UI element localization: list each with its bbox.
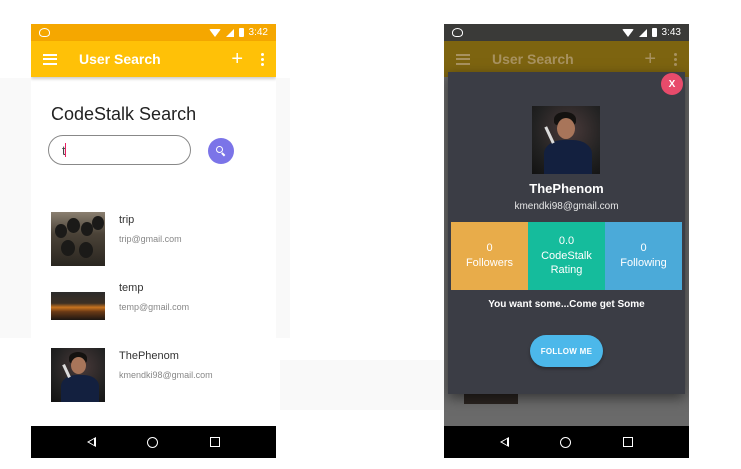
status-bar: 3:42 bbox=[31, 24, 276, 41]
battery-icon bbox=[651, 28, 657, 37]
app-notification-icon bbox=[39, 28, 50, 37]
followers-label: Followers bbox=[465, 257, 514, 269]
plus-icon[interactable]: + bbox=[231, 49, 243, 69]
user-name: temp bbox=[119, 282, 144, 294]
rating-tile: 0.0 CodeStalk Rating bbox=[528, 222, 605, 290]
avatar bbox=[51, 348, 105, 402]
home-icon[interactable] bbox=[560, 436, 572, 448]
phone-user-search: 3:42 User Search + CodeStalk Search t tr… bbox=[31, 24, 276, 458]
status-bar: 3:43 bbox=[444, 24, 689, 41]
user-name: trip bbox=[119, 214, 135, 226]
user-email: temp@gmail.com bbox=[119, 302, 190, 312]
followers-count: 0 bbox=[486, 242, 493, 255]
profile-stats: 0 Followers 0.0 CodeStalk Rating 0 Follo… bbox=[451, 222, 682, 290]
profile-email: kmendki98@gmail.com bbox=[514, 201, 619, 212]
screenshot-canvas: 3:42 User Search + CodeStalk Search t tr… bbox=[0, 0, 741, 469]
navigation-bar bbox=[31, 426, 276, 458]
battery-icon bbox=[238, 28, 244, 37]
followers-tile[interactable]: 0 Followers bbox=[451, 222, 528, 290]
close-button[interactable]: X bbox=[661, 73, 683, 95]
list-item-trip[interactable]: trip trip@gmail.com bbox=[31, 212, 276, 268]
app-notification-icon bbox=[452, 28, 463, 37]
list-item-thephenom[interactable]: ThePhenom kmendki98@gmail.com bbox=[31, 348, 276, 404]
app-bar-title: User Search bbox=[492, 51, 574, 67]
search-button[interactable] bbox=[208, 138, 234, 164]
hamburger-icon[interactable] bbox=[43, 53, 57, 65]
signal-icon bbox=[225, 28, 234, 37]
profile-avatar bbox=[532, 106, 600, 174]
follow-button[interactable]: FOLLOW ME bbox=[530, 335, 603, 367]
overflow-icon[interactable] bbox=[261, 52, 264, 66]
phone-profile-dialog: 3:43 User Search + X ThePhenom kmendki98… bbox=[444, 24, 689, 458]
recents-icon[interactable] bbox=[210, 437, 221, 447]
status-time: 3:43 bbox=[661, 27, 681, 38]
home-icon[interactable] bbox=[147, 436, 159, 448]
following-label: Following bbox=[620, 257, 667, 269]
status-time: 3:42 bbox=[248, 27, 268, 38]
user-name: ThePhenom bbox=[119, 350, 179, 362]
search-input[interactable] bbox=[48, 135, 191, 165]
back-icon[interactable] bbox=[86, 437, 96, 447]
rating-label: CodeStalk Rating bbox=[541, 249, 592, 277]
navigation-bar bbox=[444, 426, 689, 458]
search-heading: CodeStalk Search bbox=[51, 104, 197, 124]
text-cursor bbox=[65, 143, 66, 157]
profile-tagline: You want some...Come get Some bbox=[488, 299, 645, 310]
following-count: 0 bbox=[640, 242, 647, 255]
list-item-temp[interactable]: temp temp@gmail.com bbox=[31, 280, 276, 336]
user-email: kmendki98@gmail.com bbox=[119, 370, 213, 380]
signal-icon bbox=[638, 28, 647, 37]
back-icon[interactable] bbox=[499, 437, 509, 447]
wifi-icon bbox=[621, 28, 634, 37]
profile-name: ThePhenom bbox=[529, 181, 604, 196]
app-bar: User Search + bbox=[31, 41, 276, 77]
wifi-icon bbox=[208, 28, 221, 37]
app-bar-title: User Search bbox=[79, 51, 161, 67]
rating-value: 0.0 bbox=[558, 234, 575, 247]
user-email: trip@gmail.com bbox=[119, 234, 182, 244]
avatar bbox=[51, 292, 105, 320]
search-icon bbox=[216, 146, 226, 157]
hamburger-icon bbox=[456, 53, 470, 65]
plus-icon: + bbox=[644, 48, 656, 70]
overflow-icon bbox=[674, 52, 677, 66]
background-ghost bbox=[280, 360, 450, 410]
avatar bbox=[51, 212, 105, 266]
recents-icon[interactable] bbox=[623, 437, 634, 447]
following-tile[interactable]: 0 Following bbox=[605, 222, 682, 290]
